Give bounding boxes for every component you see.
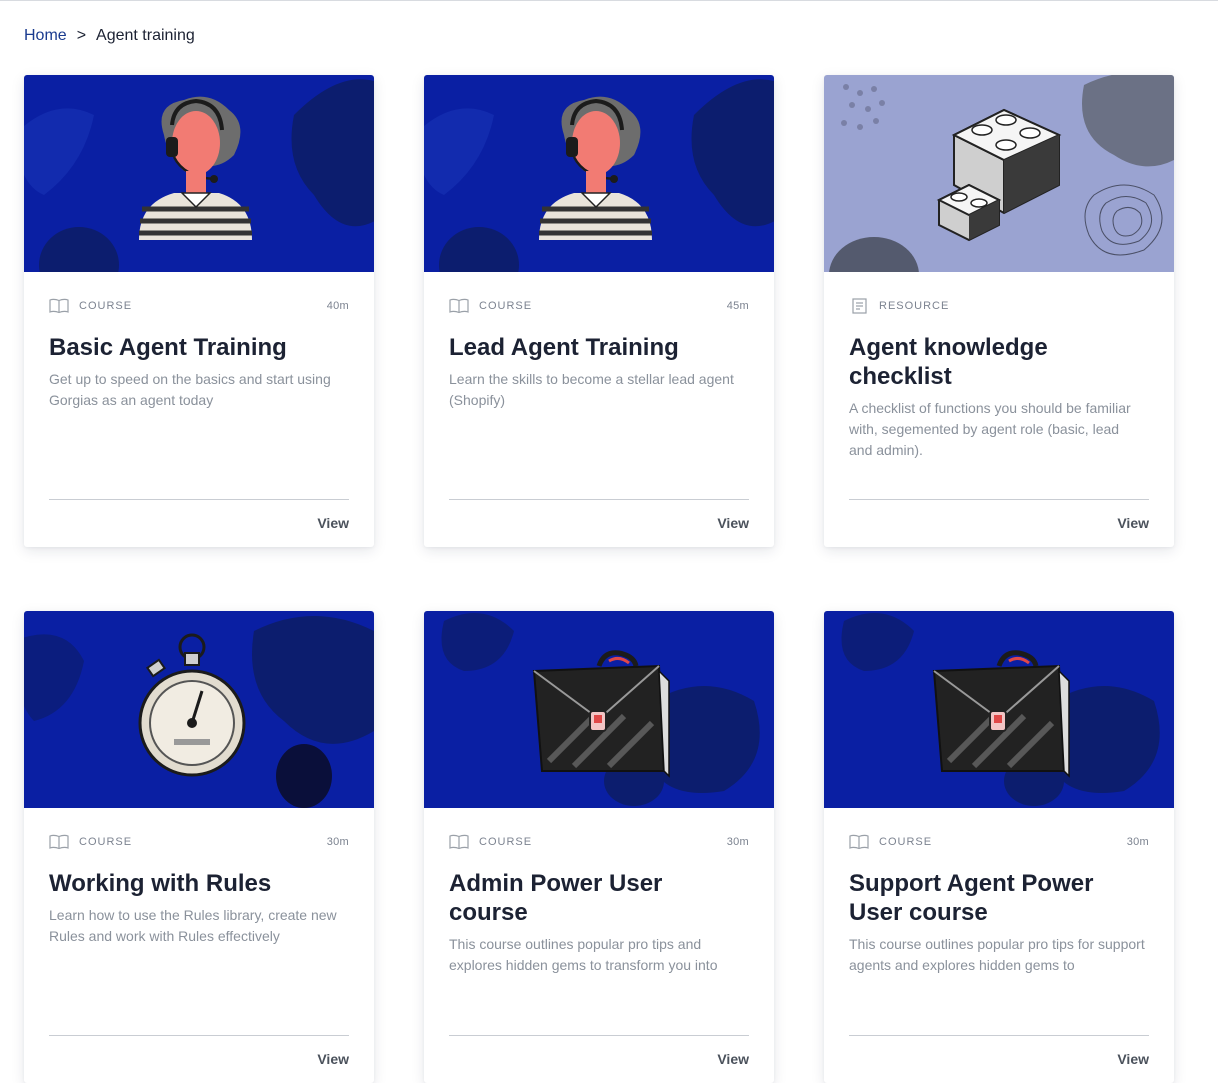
card-meta: COURSE 40m [49, 297, 349, 315]
card-description: Learn how to use the Rules library, crea… [49, 907, 337, 944]
card-description: Get up to speed on the basics and start … [49, 371, 331, 408]
view-link[interactable]: View [717, 1051, 749, 1067]
book-icon [449, 834, 469, 850]
card-type-label: COURSE [479, 836, 533, 848]
card-meta: COURSE 30m [49, 833, 349, 851]
course-card[interactable]: COURSE 30m Working with Rules Learn how … [24, 611, 374, 1083]
book-icon [49, 834, 69, 850]
card-type-label: COURSE [479, 300, 533, 312]
breadcrumb: Home > Agent training [24, 26, 195, 46]
course-card[interactable]: COURSE 40m Basic Agent Training Get up t… [24, 75, 374, 547]
card-title[interactable]: Lead Agent Training [449, 333, 754, 362]
view-link[interactable]: View [1117, 515, 1149, 531]
card-meta: COURSE 45m [449, 297, 749, 315]
card-divider [449, 499, 749, 500]
course-card[interactable]: COURSE 45m Lead Agent Training Learn the… [424, 75, 774, 547]
view-link[interactable]: View [317, 1051, 349, 1067]
card-divider [49, 499, 349, 500]
card-type-label: COURSE [879, 836, 933, 848]
top-divider [0, 0, 1218, 1]
book-icon [849, 834, 869, 850]
card-duration: 30m [1126, 836, 1149, 848]
card-meta: COURSE 30m [849, 833, 1149, 851]
card-title[interactable]: Working with Rules [49, 869, 354, 898]
card-meta: RESOURCE [849, 297, 1149, 315]
agent-headset-illustration [424, 75, 774, 272]
card-meta: COURSE 30m [449, 833, 749, 851]
breadcrumb-separator: > [76, 27, 87, 44]
card-description: Learn the skills to become a stellar lea… [449, 371, 734, 408]
card-title[interactable]: Basic Agent Training [49, 333, 354, 362]
document-icon [852, 298, 867, 314]
view-link[interactable]: View [1117, 1051, 1149, 1067]
briefcase-illustration [824, 611, 1174, 808]
briefcase-illustration [424, 611, 774, 808]
card-title[interactable]: Agent knowledge checklist [849, 333, 1084, 391]
view-link[interactable]: View [717, 515, 749, 531]
card-duration: 45m [726, 300, 749, 312]
card-type-label: COURSE [79, 300, 133, 312]
course-card[interactable]: COURSE 30m Admin Power User course This … [424, 611, 774, 1083]
card-duration: 30m [726, 836, 749, 848]
card-divider [49, 1035, 349, 1036]
building-blocks-illustration [824, 75, 1174, 272]
view-link[interactable]: View [317, 515, 349, 531]
book-icon [449, 298, 469, 314]
stopwatch-illustration [24, 611, 374, 808]
book-icon [49, 298, 69, 314]
card-title[interactable]: Support Agent Power User course [849, 869, 1114, 927]
card-type-label: COURSE [79, 836, 133, 848]
card-duration: 30m [326, 836, 349, 848]
breadcrumb-current: Agent training [96, 27, 195, 44]
resource-card[interactable]: RESOURCE Agent knowledge checklist A che… [824, 75, 1174, 547]
course-card[interactable]: COURSE 30m Support Agent Power User cour… [824, 611, 1174, 1083]
card-divider [449, 1035, 749, 1036]
card-description: A checklist of functions you should be f… [849, 400, 1131, 458]
card-divider [849, 499, 1149, 500]
card-divider [849, 1035, 1149, 1036]
card-description: This course outlines popular pro tips fo… [849, 936, 1145, 973]
card-type-label: RESOURCE [879, 300, 950, 312]
agent-headset-illustration [24, 75, 374, 272]
card-description: This course outlines popular pro tips an… [449, 936, 718, 973]
breadcrumb-home-link[interactable]: Home [24, 27, 67, 45]
card-title[interactable]: Admin Power User course [449, 869, 694, 927]
card-duration: 40m [326, 300, 349, 312]
